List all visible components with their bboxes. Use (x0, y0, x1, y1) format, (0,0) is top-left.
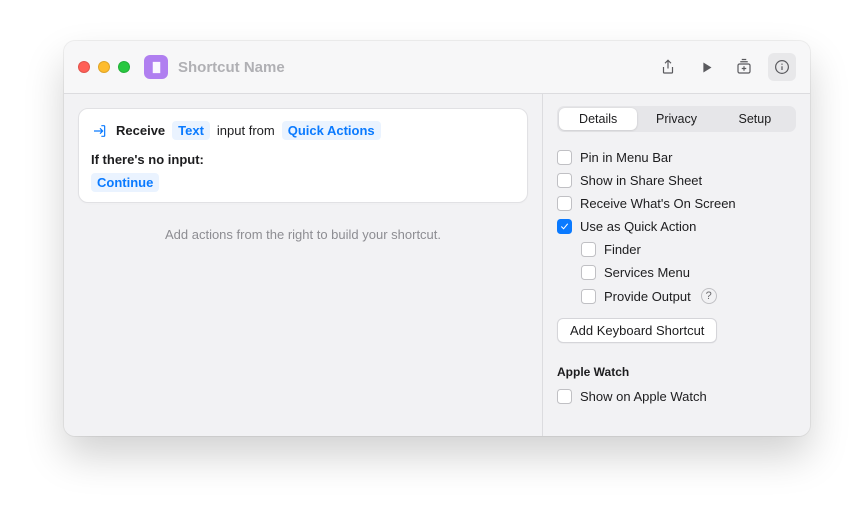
option-apple-watch[interactable]: Show on Apple Watch (557, 385, 796, 408)
help-icon[interactable]: ? (701, 288, 717, 304)
checkbox-unchecked-icon (557, 150, 572, 165)
tab-setup[interactable]: Setup (716, 108, 794, 130)
checkbox-checked-icon (557, 219, 572, 234)
option-label: Provide Output (604, 289, 691, 304)
option-label: Show on Apple Watch (580, 389, 707, 404)
info-toggle-button[interactable] (768, 53, 796, 81)
option-label: Show in Share Sheet (580, 173, 702, 188)
input-source-token[interactable]: Quick Actions (282, 121, 381, 140)
option-provide-output[interactable]: Provide Output ? (557, 284, 796, 308)
shortcut-name-field[interactable]: Shortcut Name (178, 59, 285, 76)
apple-watch-section-title: Apple Watch (557, 365, 796, 379)
option-pin-menu-bar[interactable]: Pin in Menu Bar (557, 146, 796, 169)
option-label: Use as Quick Action (580, 219, 696, 234)
shortcuts-app-icon (144, 55, 168, 79)
tab-details[interactable]: Details (559, 108, 637, 130)
zoom-window-button[interactable] (118, 61, 130, 73)
no-input-action-token[interactable]: Continue (91, 173, 159, 192)
option-label: Services Menu (604, 265, 690, 280)
checkbox-unchecked-icon (581, 265, 596, 280)
canvas-hint: Add actions from the right to build your… (78, 227, 528, 242)
library-toggle-button[interactable] (730, 53, 758, 81)
no-input-label: If there's no input: (91, 152, 513, 167)
sidebar-tabs: Details Privacy Setup (557, 106, 796, 132)
input-from-label: input from (217, 123, 275, 138)
input-arrow-icon (91, 122, 109, 140)
checkbox-unchecked-icon (581, 242, 596, 257)
traffic-lights (78, 61, 130, 73)
tab-privacy[interactable]: Privacy (637, 108, 715, 130)
input-type-token[interactable]: Text (172, 121, 210, 140)
window: Shortcut Name Receive Text i (64, 41, 810, 436)
option-label: Pin in Menu Bar (580, 150, 673, 165)
share-icon (659, 58, 677, 76)
canvas-area: Receive Text input from Quick Actions If… (64, 94, 542, 436)
window-body: Receive Text input from Quick Actions If… (64, 93, 810, 436)
input-action-card[interactable]: Receive Text input from Quick Actions If… (78, 108, 528, 203)
info-icon (773, 58, 791, 76)
run-button[interactable] (692, 53, 720, 81)
details-sidebar: Details Privacy Setup Pin in Menu Bar Sh… (542, 94, 810, 436)
receive-input-row: Receive Text input from Quick Actions (91, 121, 513, 140)
library-icon (735, 58, 753, 76)
checkbox-unchecked-icon (557, 389, 572, 404)
receive-label: Receive (116, 123, 165, 138)
add-keyboard-shortcut-button[interactable]: Add Keyboard Shortcut (557, 318, 717, 343)
play-icon (699, 60, 714, 75)
option-share-sheet[interactable]: Show in Share Sheet (557, 169, 796, 192)
option-services-menu[interactable]: Services Menu (557, 261, 796, 284)
option-receive-screen[interactable]: Receive What's On Screen (557, 192, 796, 215)
option-finder[interactable]: Finder (557, 238, 796, 261)
option-label: Finder (604, 242, 641, 257)
close-window-button[interactable] (78, 61, 90, 73)
share-button[interactable] (654, 53, 682, 81)
titlebar: Shortcut Name (64, 41, 810, 93)
checkbox-unchecked-icon (581, 289, 596, 304)
minimize-window-button[interactable] (98, 61, 110, 73)
checkbox-unchecked-icon (557, 173, 572, 188)
option-label: Receive What's On Screen (580, 196, 736, 211)
option-quick-action[interactable]: Use as Quick Action (557, 215, 796, 238)
checkbox-unchecked-icon (557, 196, 572, 211)
